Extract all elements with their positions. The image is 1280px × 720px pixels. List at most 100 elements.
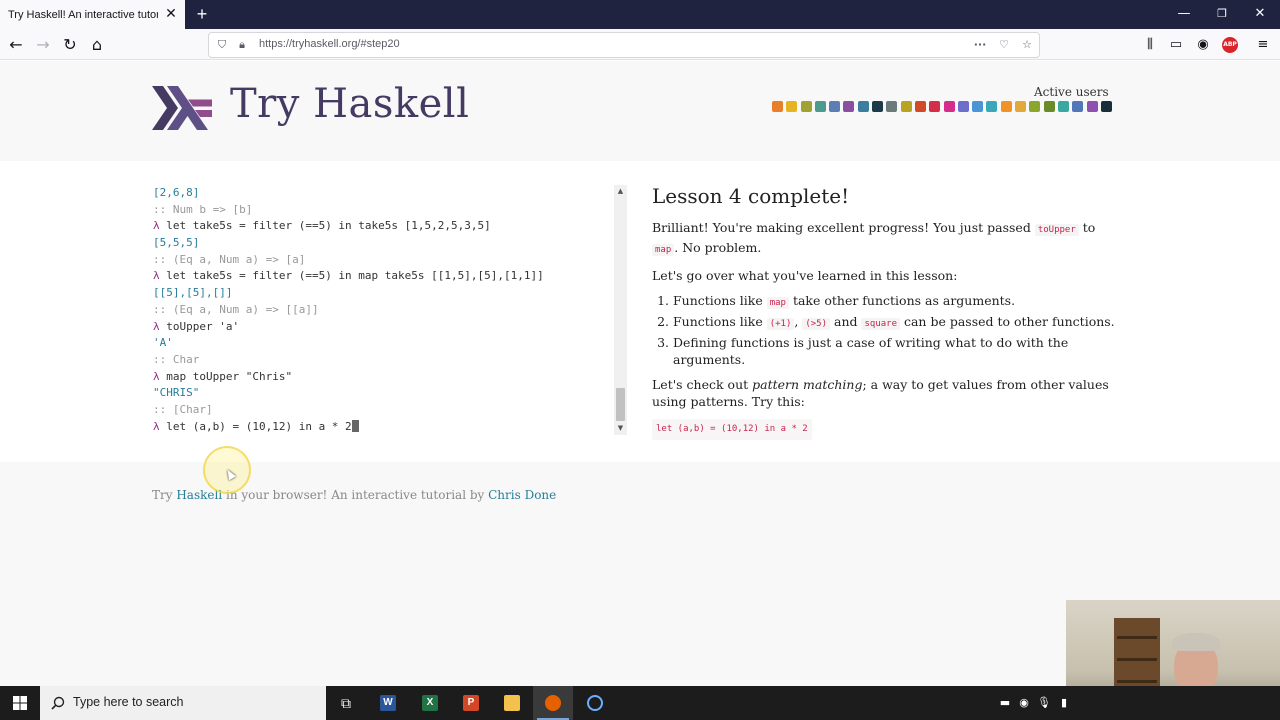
home-icon[interactable]: ⌂: [86, 34, 108, 56]
shield-icon[interactable]: ⛉: [215, 38, 229, 52]
active-user-square: [1057, 101, 1069, 112]
browser-tab[interactable]: Try Haskell! An interactive tutorial in …: [0, 0, 185, 29]
active-user-square: [1015, 101, 1027, 112]
forward-icon[interactable]: →: [32, 34, 54, 56]
windows-start-icon[interactable]: [0, 686, 40, 720]
active-user-square: [886, 101, 898, 112]
minimize-icon[interactable]: —: [1172, 4, 1196, 24]
window-close-icon[interactable]: ✕: [1248, 4, 1272, 24]
task-view-button[interactable]: ⧉: [326, 686, 366, 720]
console-text: :: (Eq a, Num a) => [[a]]: [153, 302, 319, 316]
active-user-square: [957, 101, 969, 112]
site-title: Try Haskell: [230, 81, 470, 127]
console-text: let take5s = filter (==5) in map take5s …: [159, 269, 544, 283]
tray-record-icon[interactable]: ◉: [1017, 696, 1031, 710]
tab-close-icon[interactable]: ✕: [163, 6, 179, 22]
try-code-snippet[interactable]: let (a,b) = (10,12) in a * 2: [652, 419, 812, 440]
sidebar-icon[interactable]: ▭: [1166, 34, 1186, 56]
firefox-button[interactable]: [533, 686, 573, 720]
tab-title: Try Haskell! An interactive tutorial in: [8, 8, 158, 21]
active-user-square: [1029, 101, 1041, 112]
active-user-square: [1000, 101, 1012, 112]
page-actions-icon[interactable]: ···: [973, 38, 987, 52]
active-user-square: [772, 101, 783, 112]
tray-usb-icon[interactable]: ▮: [1057, 696, 1071, 710]
code-toupper: toUpper: [1034, 224, 1079, 236]
console-input[interactable]: let (a,b) = (10,12) in a * 2: [160, 420, 351, 433]
console-line: :: Num b => [b]: [153, 202, 611, 219]
reload-icon[interactable]: ↻: [59, 34, 81, 56]
lambda-prompt: λ: [153, 369, 160, 383]
windows-taskbar: Type here to search ⧉ W X P ▬ ◉ 🎙︎ ▮: [0, 686, 1280, 720]
lambda-prompt: λ: [153, 419, 160, 433]
active-users-list: [772, 101, 1112, 112]
text: Functions like: [673, 314, 767, 329]
console-text: "CHRIS": [153, 386, 200, 400]
active-user-square: [814, 101, 826, 112]
console-text: 'A': [153, 336, 173, 350]
bookmark-star-icon[interactable]: ☆: [1020, 38, 1034, 52]
list-item: Functions like (+1), (>5) and square can…: [673, 313, 1122, 333]
lesson-heading: Lesson 4 complete!: [652, 184, 850, 208]
powerpoint-icon: P: [463, 695, 479, 711]
word-button[interactable]: W: [368, 686, 408, 720]
pocket-icon[interactable]: ♡: [997, 38, 1011, 52]
haskell-logo-icon: [152, 86, 212, 130]
browser-tab-bar: Try Haskell! An interactive tutorial in …: [0, 0, 1280, 29]
account-icon[interactable]: ◉: [1193, 34, 1213, 56]
file-explorer-button[interactable]: [492, 686, 532, 720]
active-user-square: [786, 101, 798, 112]
scroll-up-icon[interactable]: ▲: [614, 185, 627, 198]
console-line: 'A': [153, 335, 611, 352]
console-text: [5,5,5]: [153, 236, 200, 250]
text: Let's check out: [652, 377, 753, 392]
powerpoint-button[interactable]: P: [451, 686, 491, 720]
active-user-square: [1100, 101, 1112, 112]
active-user-square: [1086, 101, 1098, 112]
console-text: [2,6,8]: [153, 186, 200, 199]
code-map: map: [766, 297, 789, 309]
active-user-square: [943, 101, 955, 112]
emphasis: pattern matching: [752, 377, 863, 392]
text: in your browser! An interactive tutorial…: [222, 488, 489, 502]
console-text: [[5],[5],[]]: [153, 286, 233, 300]
active-user-square: [929, 101, 941, 112]
scroll-down-icon[interactable]: ▼: [614, 422, 627, 435]
console-line: :: [Char]: [153, 402, 611, 419]
list-item: Functions like map take other functions …: [673, 292, 1122, 312]
excel-button[interactable]: X: [410, 686, 450, 720]
list-item: Defining functions is just a case of wri…: [673, 334, 1122, 368]
console-text: :: Char: [153, 352, 200, 366]
back-icon[interactable]: ←: [5, 34, 27, 56]
lesson-panel: Lesson 4 complete! Brilliant! You're mak…: [652, 186, 1122, 440]
console-scrollbar[interactable]: ▲ ▼: [614, 185, 627, 435]
author-link[interactable]: Chris Done: [488, 488, 556, 502]
console-line: λ let take5s = filter (==5) in map take5…: [153, 268, 611, 285]
new-tab-icon[interactable]: +: [192, 4, 212, 24]
address-bar[interactable]: ⛉ 🔒︎ https://tryhaskell.org/#step20 ··· …: [208, 32, 1040, 58]
recorder-button[interactable]: [575, 686, 615, 720]
taskbar-search-box[interactable]: Type here to search: [40, 686, 326, 720]
console-line: [5,5,5]: [153, 235, 611, 252]
active-user-square: [872, 101, 884, 112]
adblock-icon[interactable]: ABP: [1222, 37, 1238, 53]
url-text[interactable]: https://tryhaskell.org/#step20: [259, 38, 400, 50]
active-user-square: [1072, 101, 1084, 112]
library-icon[interactable]: ⫼: [1140, 34, 1160, 56]
console-line: :: (Eq a, Num a) => [[a]]: [153, 302, 611, 319]
repl-console[interactable]: [2,6,8]:: Num b => [b]λ let take5s = fil…: [153, 185, 611, 435]
search-placeholder: Type here to search: [73, 695, 184, 709]
microphone-icon[interactable]: 🎙︎: [1037, 696, 1051, 710]
code-map: map: [652, 244, 675, 256]
scroll-thumb[interactable]: [616, 388, 625, 421]
restore-icon[interactable]: ❐: [1210, 4, 1234, 24]
tray-app-icon[interactable]: ▬: [998, 696, 1012, 710]
menu-icon[interactable]: ≡: [1253, 34, 1273, 56]
lock-icon[interactable]: 🔒︎: [235, 38, 249, 52]
code-plus1: (+1): [766, 318, 795, 330]
console-input-line[interactable]: λ let (a,b) = (10,12) in a * 2: [153, 419, 611, 436]
active-user-square: [829, 101, 841, 112]
lesson-paragraph: Brilliant! You're making excellent progr…: [652, 219, 1122, 259]
console-line: :: Char: [153, 352, 611, 369]
search-icon: [51, 696, 65, 710]
